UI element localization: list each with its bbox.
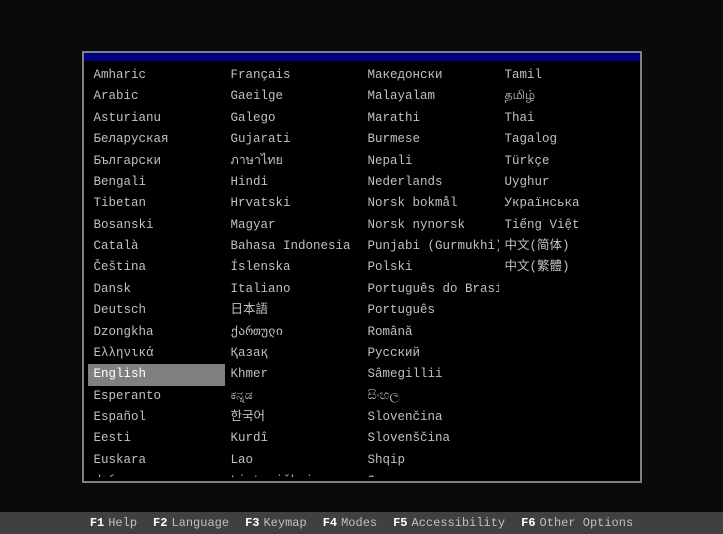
lang-item-_slenska[interactable]: Íslenska bbox=[225, 257, 362, 278]
lang-item-Catal_[interactable]: Català bbox=[88, 236, 225, 257]
lang-item-Dzongkha[interactable]: Dzongkha bbox=[88, 322, 225, 343]
lang-item-Fran_ais[interactable]: Français bbox=[225, 65, 362, 86]
footer-label-other options: Other Options bbox=[540, 516, 634, 530]
footer-item-accessibility[interactable]: F5 Accessibility bbox=[393, 516, 505, 530]
lang-item-Espa_ol[interactable]: Español bbox=[88, 407, 225, 428]
lang-item-Magyar[interactable]: Magyar bbox=[225, 215, 362, 236]
lang-item-Sloven__ina[interactable]: Slovenščina bbox=[362, 428, 499, 449]
lang-item-Polski[interactable]: Polski bbox=[362, 257, 499, 278]
lang-item-Norsk_nynorsk[interactable]: Norsk nynorsk bbox=[362, 215, 499, 236]
footer-key-f5: F5 bbox=[393, 516, 407, 530]
lang-item-Khmer[interactable]: Khmer bbox=[225, 364, 362, 385]
lang-item-Esperanto[interactable]: Esperanto bbox=[88, 386, 225, 407]
lang-item-Uyghur[interactable]: Uyghur bbox=[499, 172, 636, 193]
lang-item-Bengali[interactable]: Bengali bbox=[88, 172, 225, 193]
lang-item-___[interactable]: 日本語 bbox=[225, 300, 362, 321]
lang-item-Amharic[interactable]: Amharic bbox=[88, 65, 225, 86]
footer-label-modes: Modes bbox=[341, 516, 377, 530]
footer-key-f6: F6 bbox=[521, 516, 535, 530]
lang-item-empty-3-20 bbox=[499, 299, 636, 301]
lang-item-_______[interactable]: ქართული bbox=[88, 471, 225, 477]
footer-label-language: Language bbox=[171, 516, 229, 530]
lang-item-Bahasa_Indonesia[interactable]: Bahasa Indonesia bbox=[225, 236, 362, 257]
lang-item-Thai[interactable]: Thai bbox=[499, 108, 636, 129]
lang-item-Eesti[interactable]: Eesti bbox=[88, 428, 225, 449]
lang-item-Shqip[interactable]: Shqip bbox=[362, 450, 499, 471]
footer-key-f4: F4 bbox=[323, 516, 337, 530]
footer-item-modes[interactable]: F4 Modes bbox=[323, 516, 377, 530]
lang-item-Portugu_s[interactable]: Português bbox=[362, 300, 499, 321]
lang-item-Sloven_ina[interactable]: Slovenčina bbox=[362, 407, 499, 428]
lang-item-Tamil[interactable]: Tamil bbox=[499, 65, 636, 86]
lang-item-Asturianu[interactable]: Asturianu bbox=[88, 108, 225, 129]
lang-item-Nepali[interactable]: Nepali bbox=[362, 151, 499, 172]
lang-item-Deutsch[interactable]: Deutsch bbox=[88, 300, 225, 321]
lang-item-________[interactable]: Ελληνικά bbox=[88, 343, 225, 364]
language-column-3: Tamilதமிழ்ThaiTagalogTürkçeUyghurУкраїнс… bbox=[499, 65, 636, 477]
lang-item-Ti_ng_Vi_t[interactable]: Tiếng Việt bbox=[499, 215, 636, 236]
footer-label-keymap: Keymap bbox=[263, 516, 306, 530]
lang-item-__________[interactable]: Македонски bbox=[362, 65, 499, 86]
lang-item-Nederlands[interactable]: Nederlands bbox=[362, 172, 499, 193]
lang-item-______[interactable]: 中文(繁體) bbox=[499, 257, 636, 278]
lang-item-______[interactable]: 中文(简体) bbox=[499, 236, 636, 257]
lang-item-_______[interactable]: ภาษาไทย bbox=[225, 151, 362, 172]
lang-item-T_rk_e[interactable]: Türkçe bbox=[499, 151, 636, 172]
dialog-title bbox=[84, 53, 640, 61]
lang-item-__________[interactable]: Беларуская bbox=[88, 129, 225, 150]
lang-item-______[interactable]: Српски bbox=[362, 471, 499, 477]
language-column-2: МакедонскиMalayalamMarathiBurmeseNepaliN… bbox=[362, 65, 499, 477]
lang-item-_____[interactable]: Қазақ bbox=[225, 343, 362, 364]
lang-item-Tibetan[interactable]: Tibetan bbox=[88, 193, 225, 214]
lang-item-Tagalog[interactable]: Tagalog bbox=[499, 129, 636, 150]
dialog-body: AmharicArabicAsturianuБеларускаяБългарск… bbox=[84, 61, 640, 481]
lang-item-_______[interactable]: ქართული bbox=[225, 322, 362, 343]
lang-item-_________[interactable]: Български bbox=[88, 151, 225, 172]
lang-item-_____[interactable]: ಕನ್ನಡ bbox=[225, 386, 362, 407]
lang-item-Kurd_[interactable]: Kurdî bbox=[225, 428, 362, 449]
lang-item-S_megillii[interactable]: Sâmegillii bbox=[362, 364, 499, 385]
lang-item-_e_tina[interactable]: Čeština bbox=[88, 257, 225, 278]
lang-item-Norsk_bokm_l[interactable]: Norsk bokmål bbox=[362, 193, 499, 214]
language-column-1: FrançaisGaeilgeGalegoGujaratiภาษาไทยHind… bbox=[225, 65, 362, 477]
lang-item-Dansk[interactable]: Dansk bbox=[88, 279, 225, 300]
footer-key-f1: F1 bbox=[90, 516, 104, 530]
lang-item-Euskara[interactable]: Euskara bbox=[88, 450, 225, 471]
lang-item-______[interactable]: සිංහල bbox=[362, 386, 499, 407]
lang-item-Italiano[interactable]: Italiano bbox=[225, 279, 362, 300]
lang-item-Lietuvi_kai[interactable]: Lietuviškai bbox=[225, 471, 362, 477]
lang-item-Rom_n_[interactable]: Română bbox=[362, 322, 499, 343]
lang-item-Gujarati[interactable]: Gujarati bbox=[225, 129, 362, 150]
footer-label-help: Help bbox=[108, 516, 137, 530]
lang-item-Portugu_s_do_Brasil[interactable]: Português do Brasil bbox=[362, 279, 499, 300]
footer-item-help[interactable]: F1 Help bbox=[90, 516, 137, 530]
lang-item-Hindi[interactable]: Hindi bbox=[225, 172, 362, 193]
lang-item-_______[interactable]: Русский bbox=[362, 343, 499, 364]
footer-item-other options[interactable]: F6 Other Options bbox=[521, 516, 633, 530]
lang-item-English[interactable]: English bbox=[88, 364, 225, 385]
footer-item-keymap[interactable]: F3 Keymap bbox=[245, 516, 307, 530]
footer-item-language[interactable]: F2 Language bbox=[153, 516, 229, 530]
lang-item-___[interactable]: 한국어 bbox=[225, 407, 362, 428]
lang-item-Galego[interactable]: Galego bbox=[225, 108, 362, 129]
lang-item-Arabic[interactable]: Arabic bbox=[88, 86, 225, 107]
lang-item-_____[interactable]: தமிழ் bbox=[499, 86, 636, 107]
lang-item-Marathi[interactable]: Marathi bbox=[362, 108, 499, 129]
lang-item-Hrvatski[interactable]: Hrvatski bbox=[225, 193, 362, 214]
footer-bar: F1 Help F2 Language F3 Keymap F4 Modes F5 Accessi… bbox=[0, 512, 723, 534]
lang-item-Gaeilge[interactable]: Gaeilge bbox=[225, 86, 362, 107]
lang-item-Lao[interactable]: Lao bbox=[225, 450, 362, 471]
lang-item-Burmese[interactable]: Burmese bbox=[362, 129, 499, 150]
footer-label-accessibility: Accessibility bbox=[412, 516, 506, 530]
footer-key-f2: F2 bbox=[153, 516, 167, 530]
screen: AmharicArabicAsturianuБеларускаяБългарск… bbox=[0, 0, 723, 534]
lang-item-Malayalam[interactable]: Malayalam bbox=[362, 86, 499, 107]
language-column-0: AmharicArabicAsturianuБеларускаяБългарск… bbox=[88, 65, 225, 477]
lang-item-__________[interactable]: Українська bbox=[499, 193, 636, 214]
lang-item-Bosanski[interactable]: Bosanski bbox=[88, 215, 225, 236]
language-dialog: AmharicArabicAsturianuБеларускаяБългарск… bbox=[82, 51, 642, 483]
lang-item-Punjabi__Gurmukhi_[interactable]: Punjabi (Gurmukhi) bbox=[362, 236, 499, 257]
footer-key-f3: F3 bbox=[245, 516, 259, 530]
